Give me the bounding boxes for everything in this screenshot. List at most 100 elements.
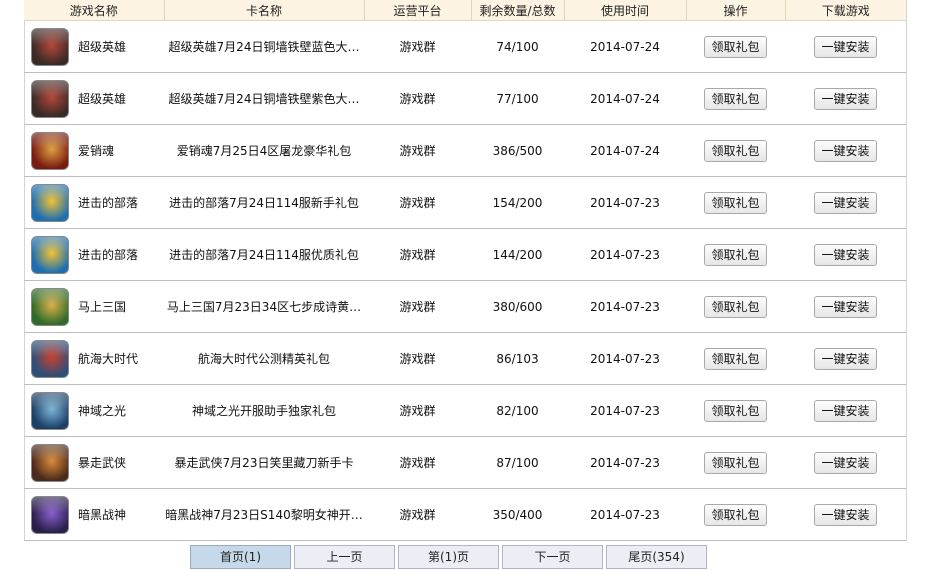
remaining-count: 350/400 bbox=[471, 488, 564, 541]
download-cell: 一键安装 bbox=[785, 280, 906, 333]
header-platform: 运营平台 bbox=[364, 0, 472, 21]
one-click-install-button[interactable]: 一键安装 bbox=[814, 35, 877, 58]
use-date: 2014-07-23 bbox=[564, 332, 686, 385]
platform: 游戏群 bbox=[364, 384, 471, 437]
game-name[interactable]: 爱销魂 bbox=[78, 142, 114, 159]
table-row: 进击的部落 进击的部落7月24日114服优质礼包 游戏群 144/200 2014-07… bbox=[24, 228, 906, 281]
platform: 游戏群 bbox=[364, 124, 471, 177]
claim-gift-button[interactable]: 领取礼包 bbox=[704, 243, 767, 266]
download-cell: 一键安装 bbox=[785, 72, 906, 125]
table-row: 暴走武侠 暴走武侠7月23日笑里藏刀新手卡 游戏群 87/100 2014-07-23 领… bbox=[24, 436, 906, 489]
pagination: 首页(1) 上一页 第(1)页 下一页 尾页(354) bbox=[190, 545, 710, 569]
one-click-install-button[interactable]: 一键安装 bbox=[814, 503, 877, 526]
claim-gift-button[interactable]: 领取礼包 bbox=[704, 347, 767, 370]
table-header: 游戏名称 卡名称 运营平台 剩余数量/总数 使用时间 操作 下载游戏 bbox=[24, 0, 906, 21]
one-click-install-button[interactable]: 一键安装 bbox=[814, 243, 877, 266]
table-row: 超级英雄 超级英雄7月24日铜墙铁壁蓝色大… 游戏群 74/100 2014-07-24… bbox=[24, 20, 906, 73]
action-cell: 领取礼包 bbox=[686, 124, 785, 177]
pirate-game-icon[interactable] bbox=[31, 339, 69, 378]
game-name-cell: 暗黑战神 bbox=[24, 488, 164, 541]
action-cell: 领取礼包 bbox=[686, 332, 785, 385]
game-name[interactable]: 暗黑战神 bbox=[78, 506, 126, 523]
card-name: 超级英雄7月24日铜墙铁壁紫色大… bbox=[164, 72, 364, 125]
one-click-install-button[interactable]: 一键安装 bbox=[814, 347, 877, 370]
superhero-game-icon[interactable] bbox=[31, 27, 69, 66]
remaining-count: 87/100 bbox=[471, 436, 564, 489]
action-cell: 领取礼包 bbox=[686, 20, 785, 73]
prev-page-button[interactable]: 上一页 bbox=[294, 545, 395, 569]
platform: 游戏群 bbox=[364, 436, 471, 489]
superhero-game-icon[interactable] bbox=[31, 79, 69, 118]
three-kingdoms-game-icon[interactable] bbox=[31, 287, 69, 326]
game-name[interactable]: 进击的部落 bbox=[78, 246, 138, 263]
claim-gift-button[interactable]: 领取礼包 bbox=[704, 191, 767, 214]
platform: 游戏群 bbox=[364, 280, 471, 333]
game-name[interactable]: 马上三国 bbox=[78, 298, 126, 315]
next-page-button[interactable]: 下一页 bbox=[502, 545, 603, 569]
use-date: 2014-07-24 bbox=[564, 20, 686, 73]
card-name: 暗黑战神7月23日S140黎明女神开… bbox=[164, 488, 364, 541]
remaining-count: 82/100 bbox=[471, 384, 564, 437]
table-row: 超级英雄 超级英雄7月24日铜墙铁壁紫色大… 游戏群 77/100 2014-07-24… bbox=[24, 72, 906, 125]
download-cell: 一键安装 bbox=[785, 384, 906, 437]
wuxia-game-icon[interactable] bbox=[31, 443, 69, 482]
tribe-game-icon[interactable] bbox=[31, 183, 69, 222]
card-name: 航海大时代公测精英礼包 bbox=[164, 332, 364, 385]
remaining-count: 154/200 bbox=[471, 176, 564, 229]
tribe-game-icon[interactable] bbox=[31, 235, 69, 274]
remaining-count: 144/200 bbox=[471, 228, 564, 281]
header-download: 下载游戏 bbox=[785, 0, 906, 21]
remaining-count: 86/103 bbox=[471, 332, 564, 385]
claim-gift-button[interactable]: 领取礼包 bbox=[704, 295, 767, 318]
remaining-count: 77/100 bbox=[471, 72, 564, 125]
table-row: 进击的部落 进击的部落7月24日114服新手礼包 游戏群 154/200 2014-07… bbox=[24, 176, 906, 229]
claim-gift-button[interactable]: 领取礼包 bbox=[704, 503, 767, 526]
one-click-install-button[interactable]: 一键安装 bbox=[814, 139, 877, 162]
use-date: 2014-07-23 bbox=[564, 228, 686, 281]
table-row: 神域之光 神域之光开服助手独家礼包 游戏群 82/100 2014-07-23 领取礼包 一… bbox=[24, 384, 906, 437]
dark-god-game-icon[interactable] bbox=[31, 495, 69, 534]
one-click-install-button[interactable]: 一键安装 bbox=[814, 191, 877, 214]
one-click-install-button[interactable]: 一键安装 bbox=[814, 295, 877, 318]
claim-gift-button[interactable]: 领取礼包 bbox=[704, 399, 767, 422]
remaining-count: 380/600 bbox=[471, 280, 564, 333]
game-name-cell: 爱销魂 bbox=[24, 124, 164, 177]
game-name[interactable]: 神域之光 bbox=[78, 402, 126, 419]
one-click-install-button[interactable]: 一键安装 bbox=[814, 399, 877, 422]
claim-gift-button[interactable]: 领取礼包 bbox=[704, 87, 767, 110]
use-date: 2014-07-23 bbox=[564, 176, 686, 229]
first-page-button[interactable]: 首页(1) bbox=[190, 545, 291, 569]
game-name[interactable]: 暴走武侠 bbox=[78, 454, 126, 471]
platform: 游戏群 bbox=[364, 72, 471, 125]
game-name-cell: 进击的部落 bbox=[24, 228, 164, 281]
platform: 游戏群 bbox=[364, 20, 471, 73]
card-name: 进击的部落7月24日114服优质礼包 bbox=[164, 228, 364, 281]
action-cell: 领取礼包 bbox=[686, 280, 785, 333]
action-cell: 领取礼包 bbox=[686, 228, 785, 281]
platform: 游戏群 bbox=[364, 488, 471, 541]
header-card-name: 卡名称 bbox=[164, 0, 365, 21]
download-cell: 一键安装 bbox=[785, 228, 906, 281]
claim-gift-button[interactable]: 领取礼包 bbox=[704, 139, 767, 162]
action-cell: 领取礼包 bbox=[686, 488, 785, 541]
claim-gift-button[interactable]: 领取礼包 bbox=[704, 451, 767, 474]
game-name[interactable]: 超级英雄 bbox=[78, 38, 126, 55]
aixiaohun-game-icon[interactable] bbox=[31, 131, 69, 170]
divine-light-game-icon[interactable] bbox=[31, 391, 69, 430]
table-row: 暗黑战神 暗黑战神7月23日S140黎明女神开… 游戏群 350/400 2014-07… bbox=[24, 488, 906, 541]
game-name[interactable]: 航海大时代 bbox=[78, 350, 138, 367]
game-name-cell: 超级英雄 bbox=[24, 72, 164, 125]
last-page-button[interactable]: 尾页(354) bbox=[606, 545, 707, 569]
use-date: 2014-07-23 bbox=[564, 488, 686, 541]
one-click-install-button[interactable]: 一键安装 bbox=[814, 87, 877, 110]
header-action: 操作 bbox=[686, 0, 786, 21]
game-name[interactable]: 超级英雄 bbox=[78, 90, 126, 107]
card-name: 马上三国7月23日34区七步成诗黄… bbox=[164, 280, 364, 333]
one-click-install-button[interactable]: 一键安装 bbox=[814, 451, 877, 474]
game-name[interactable]: 进击的部落 bbox=[78, 194, 138, 211]
game-name-cell: 暴走武侠 bbox=[24, 436, 164, 489]
claim-gift-button[interactable]: 领取礼包 bbox=[704, 35, 767, 58]
use-date: 2014-07-23 bbox=[564, 436, 686, 489]
remaining-count: 74/100 bbox=[471, 20, 564, 73]
download-cell: 一键安装 bbox=[785, 488, 906, 541]
